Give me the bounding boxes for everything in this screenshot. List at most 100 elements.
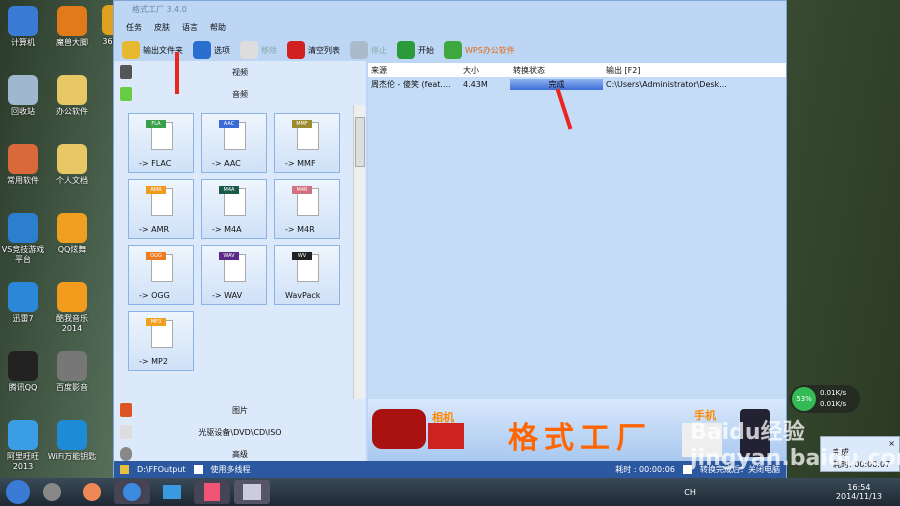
app-icon [8,351,38,381]
cell-size: 4.43M [463,79,488,89]
toolbar-button[interactable]: 输出文件夹 [122,41,183,59]
desktop-icon[interactable]: 个人文档 [47,144,97,186]
toolbar-icon [350,41,368,59]
app-icon [57,213,87,243]
format-button[interactable]: MMF -> MMF [274,113,340,173]
task-list: 来源 大小 转换状态 输出 [F2] 周杰伦 - 傻笑 (feat.... 4.… [368,63,786,399]
toolbar-icon [444,41,462,59]
format-button[interactable]: M4R -> M4R [274,179,340,239]
app-icon [57,144,87,174]
desktop-icon[interactable]: 常用软件 [0,144,48,186]
desktop-icon[interactable]: 计算机 [0,6,48,48]
menu-task[interactable]: 任务 [126,22,142,34]
col-size[interactable]: 大小 [460,65,510,76]
taskbar-baidu-player[interactable] [34,480,70,504]
app-icon [57,351,87,381]
format-button[interactable]: WV WavPack [274,245,340,305]
toolbar: 输出文件夹 选项 移除 清空列表 停止 开始 WPS办公软件 [114,37,786,63]
format-factory-window: 格式工厂 3.4.0 任务 皮肤 语言 帮助 输出文件夹 选项 移除 清空列表 停止 开始… [113,0,787,478]
output-folder-link[interactable]: D:\FFOutput [137,465,186,474]
camcorder-icon [372,409,426,449]
toolbar-icon [397,41,415,59]
taskbar-xunlei[interactable] [154,480,190,504]
app-icon [57,6,87,36]
toolbar-button[interactable]: 选项 [193,41,230,59]
watermark: Baidu经验 jingyan.baidu.com [690,420,900,471]
desktop-icon[interactable]: 办公软件 [47,75,97,117]
app-icon [57,420,87,450]
app-icon [8,144,38,174]
taskbar-sogou[interactable] [114,480,150,504]
app-icon [8,420,38,450]
category-rom-device[interactable]: 光驱设备\DVD\CD\ISO [114,421,366,443]
col-source[interactable]: 来源 [368,65,460,76]
app-icon [57,282,87,312]
cell-source: 周杰伦 - 傻笑 (feat.... [371,79,451,89]
language-indicator[interactable]: CH [684,488,696,497]
folder-icon [120,465,129,474]
network-widget[interactable]: 53% 0.01K/s 0.01K/s [790,385,860,413]
format-button[interactable]: AAC -> AAC [201,113,267,173]
app-icon [8,282,38,312]
menu-language[interactable]: 语言 [182,22,198,34]
toolbar-icon [122,41,140,59]
format-button[interactable]: AMR -> AMR [128,179,194,239]
annotation-arrow [175,52,179,94]
desktop-icon[interactable]: 迅雷7 [0,282,48,324]
table-header: 来源 大小 转换状态 输出 [F2] [368,63,786,77]
format-button[interactable]: M4A -> M4A [201,179,267,239]
elapsed-time: 耗时 : 00:00:06 [615,465,675,474]
title-bar: 格式工厂 3.4.0 [132,5,187,14]
category-video[interactable]: 视频 [114,61,366,83]
status-bar: D:\FFOutput 使用多线程 耗时 : 00:00:06 转换完成后：关闭… [114,461,786,478]
desktop-icon[interactable]: 百度影音 [47,351,97,393]
camera-icon [428,423,464,449]
toolbar-button[interactable]: 移除 [240,41,277,59]
menu-skin[interactable]: 皮肤 [154,22,170,34]
menu-help[interactable]: 帮助 [210,22,226,34]
audio-format-grid: FLA -> FLAC AAC -> AAC MMF -> MMF AMR -> AMR M4A… [128,113,350,377]
app-icon [57,75,87,105]
format-button[interactable]: OGG -> OGG [128,245,194,305]
vertical-scrollbar[interactable] [353,105,365,399]
desktop-icon[interactable]: 回收站 [0,75,48,117]
toolbar-icon [287,41,305,59]
toolbar-button[interactable]: 清空列表 [287,41,340,59]
category-picture[interactable]: 图片 [114,399,366,421]
taskbar-app[interactable] [74,480,110,504]
format-button[interactable]: WAV -> WAV [201,245,267,305]
toolbar-icon [193,41,211,59]
desktop-icon[interactable]: 阿里旺旺2013 [0,420,48,472]
col-output[interactable]: 输出 [F2] [603,65,786,76]
desktop-icon[interactable]: WiFi万能钥匙 [47,420,97,462]
format-button[interactable]: FLA -> FLAC [128,113,194,173]
app-icon [8,6,38,36]
status-badge: 完成 [510,78,603,90]
toolbar-button[interactable]: 开始 [397,41,434,59]
table-row[interactable]: 周杰伦 - 傻笑 (feat.... 4.43M 完成 C:\Users\Adm… [368,77,786,91]
category-audio[interactable]: 音频 [114,83,366,105]
desktop-icon[interactable]: 魔兽大脚 [47,6,97,48]
menu-bar: 任务 皮肤 语言 帮助 [114,19,786,37]
app-icon [8,213,38,243]
clock[interactable]: 16:54 2014/11/13 [836,483,882,501]
banner-title: 格式工厂 [508,421,652,456]
toolbar-button[interactable]: 停止 [350,41,387,59]
format-button[interactable]: MP3 -> MP2 [128,311,194,371]
desktop-icon[interactable]: 酷我音乐2014 [47,282,97,334]
desktop-icon[interactable]: VS竞技游戏平台 [0,213,48,265]
cell-output: C:\Users\Administrator\Desk... [606,79,727,89]
start-button[interactable] [6,480,30,504]
col-status[interactable]: 转换状态 [510,65,603,76]
taskbar-app2[interactable] [194,480,230,504]
category-panel: 视频 音频 FLA -> FLAC AAC -> AAC MMF -> MMF AMR -> … [114,61,366,461]
app-icon [8,75,38,105]
multithread-checkbox[interactable] [193,465,203,474]
taskbar: CH 16:54 2014/11/13 [0,478,900,506]
toolbar-icon [240,41,258,59]
toolbar-button[interactable]: WPS办公软件 [444,41,515,59]
desktop-icon[interactable]: QQ炫舞 [47,213,97,255]
taskbar-format-factory[interactable] [234,480,270,504]
scroll-thumb[interactable] [355,117,365,167]
desktop-icon[interactable]: 腾讯QQ [0,351,48,393]
